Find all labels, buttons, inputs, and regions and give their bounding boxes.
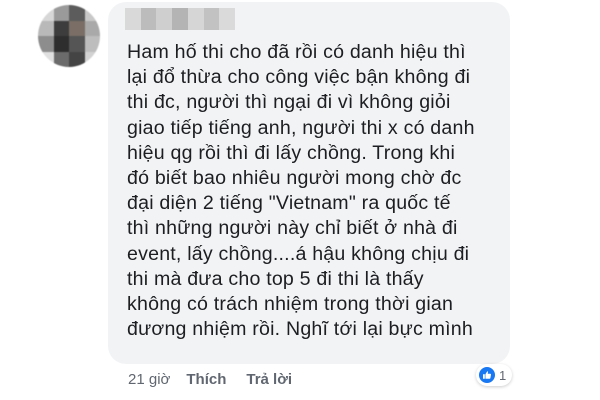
reaction-summary[interactable]: 1 [476, 364, 513, 386]
comment-line: đại diện 2 tiếng "Vietnam" ra quốc tế [127, 192, 451, 215]
comment-line: đương nhiệm rồi. Nghĩ tới lại bực mình [127, 318, 473, 341]
comment-line: thi mà đưa cho top 5 đi thi là thấy [127, 267, 424, 290]
comment-line: không có trách nhiệm trong thời gian [127, 293, 454, 316]
comment-text: Ham hố thi cho đã rồi có danh hiệu thì l… [127, 40, 502, 342]
comment-line: hiệu qg rồi thì đi lấy chồng. Trong khi [127, 141, 456, 164]
reply-button[interactable]: Trả lời [246, 371, 292, 388]
comment-line: thi đc, người thì ngại đi vì không giỏi [127, 91, 451, 114]
like-icon [479, 367, 495, 383]
comment-line: lại đổ thừa cho công việc bận không đi [127, 66, 471, 89]
author-name-blurred[interactable] [125, 8, 236, 30]
comment-actions: 21 giờ Thích Trả lời [128, 371, 312, 388]
comment-line: Ham hố thi cho đã rồi có danh hiệu thì [127, 41, 466, 63]
timestamp[interactable]: 21 giờ [128, 371, 170, 388]
comment-line: thì những người này chỉ biết ở nhà đi [127, 217, 458, 240]
reaction-count: 1 [499, 367, 507, 383]
comment-line: event, lấy chồng....á hậu không chịu đi [127, 242, 470, 265]
comment-line: đó biết bao nhiêu người mong chờ đc [127, 167, 462, 190]
avatar[interactable] [38, 5, 100, 67]
like-button[interactable]: Thích [186, 371, 226, 388]
comment-line: giao tiếp tiếng anh, người thi x có danh [127, 116, 475, 139]
